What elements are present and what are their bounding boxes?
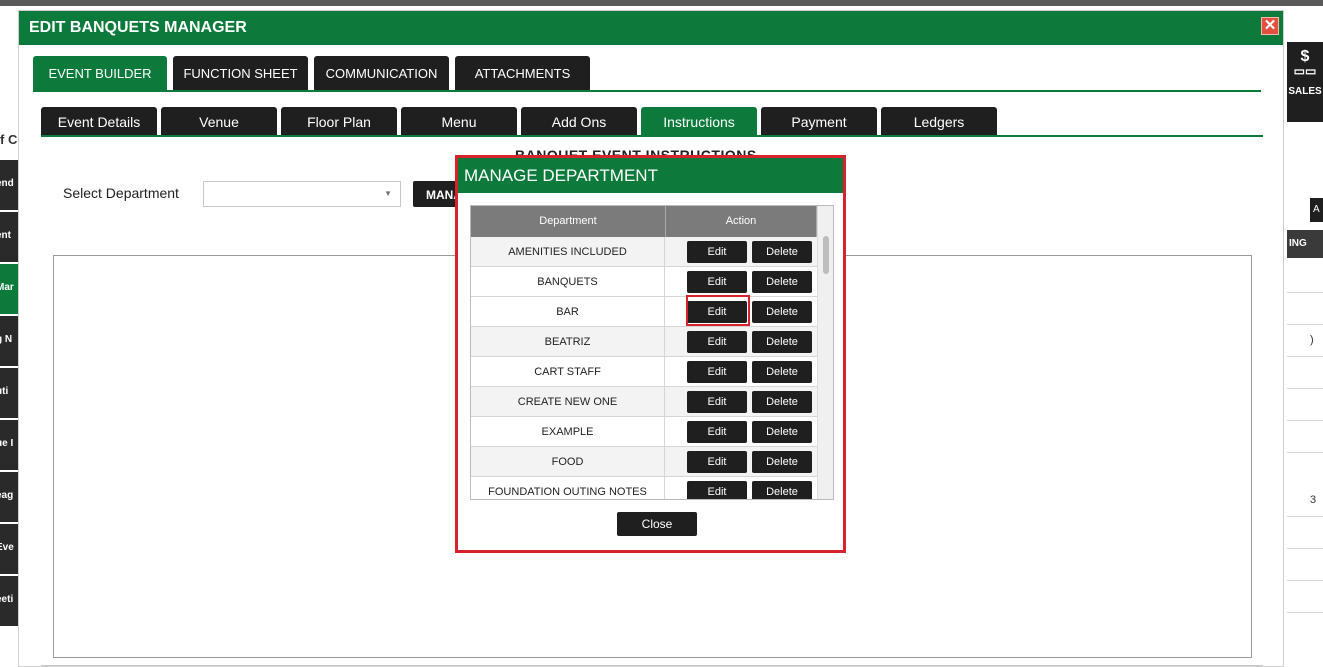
- divider: [41, 665, 1263, 666]
- subtab-floor-plan[interactable]: Floor Plan: [281, 107, 397, 135]
- edit-button-highlight-box: [686, 295, 750, 326]
- close-icon[interactable]: ✕: [1261, 17, 1279, 35]
- tab-attachments[interactable]: ATTACHMENTS: [455, 56, 590, 90]
- background-nav-item[interactable]: eag: [0, 472, 18, 522]
- delete-button[interactable]: Delete: [752, 481, 812, 499]
- tab-function-sheet[interactable]: FUNCTION SHEET: [173, 56, 308, 90]
- table-row: EXAMPLE Edit Delete: [471, 417, 817, 447]
- delete-button[interactable]: Delete: [752, 331, 812, 353]
- table-row: CREATE NEW ONE Edit Delete: [471, 387, 817, 417]
- modal-title: EDIT BANQUETS MANAGER: [29, 19, 247, 36]
- background-row-divider: [1287, 580, 1323, 581]
- background-cell-text: 3: [1310, 494, 1317, 506]
- manage-department-dialog: MANAGE DEPARTMENT Department Action AMEN…: [458, 158, 843, 550]
- department-name: EXAMPLE: [471, 417, 665, 446]
- delete-button[interactable]: Delete: [752, 421, 812, 443]
- department-name: BEATRIZ: [471, 327, 665, 356]
- column-header-department: Department: [471, 206, 666, 237]
- department-name: BANQUETS: [471, 267, 665, 296]
- subtab-payment[interactable]: Payment: [761, 107, 877, 135]
- background-nav-item[interactable]: ent: [0, 212, 18, 262]
- table-row: FOOD Edit Delete: [471, 447, 817, 477]
- background-nav-item[interactable]: end: [0, 160, 18, 210]
- background-nav-item[interactable]: uti: [0, 368, 18, 418]
- delete-button[interactable]: Delete: [752, 361, 812, 383]
- edit-button[interactable]: Edit: [687, 451, 747, 473]
- background-table-header: ING: [1287, 230, 1323, 258]
- department-name: BAR: [471, 297, 665, 326]
- background-nav-item[interactable]: Mar: [0, 264, 18, 314]
- edit-button[interactable]: Edit: [687, 481, 747, 499]
- cash-icon: ▭▭: [1293, 64, 1317, 78]
- chevron-down-icon: ▼: [384, 189, 392, 198]
- delete-button[interactable]: Delete: [752, 451, 812, 473]
- background-row-divider: [1287, 612, 1323, 613]
- background-row-divider: [1287, 356, 1323, 357]
- subtab-venue[interactable]: Venue: [161, 107, 277, 135]
- table-row: CART STAFF Edit Delete: [471, 357, 817, 387]
- subtab-event-details[interactable]: Event Details: [41, 107, 157, 135]
- sales-button[interactable]: $ ▭▭ SALES: [1287, 42, 1323, 122]
- column-header-action: Action: [666, 206, 817, 237]
- background-row-divider: [1287, 452, 1323, 453]
- edit-button[interactable]: Edit: [687, 361, 747, 383]
- table-row: BAR Edit Delete: [471, 297, 817, 327]
- dialog-title: MANAGE DEPARTMENT: [458, 158, 843, 193]
- modal-header: EDIT BANQUETS MANAGER ✕: [19, 11, 1283, 45]
- subtab-add-ons[interactable]: Add Ons: [521, 107, 637, 135]
- department-name: CART STAFF: [471, 357, 665, 386]
- background-row-divider: [1287, 292, 1323, 293]
- background-nav-item[interactable]: Eve: [0, 524, 18, 574]
- background-row-divider: [1287, 324, 1323, 325]
- department-select[interactable]: ▼: [203, 181, 401, 207]
- select-department-label: Select Department: [63, 185, 179, 201]
- delete-button[interactable]: Delete: [752, 391, 812, 413]
- table-row: BANQUETS Edit Delete: [471, 267, 817, 297]
- edit-button[interactable]: Edit: [687, 241, 747, 263]
- department-name: FOOD: [471, 447, 665, 476]
- edit-button[interactable]: Edit: [687, 271, 747, 293]
- department-name: CREATE NEW ONE: [471, 387, 665, 416]
- background-row-divider: [1287, 420, 1323, 421]
- edit-button[interactable]: Edit: [687, 331, 747, 353]
- tab-event-builder[interactable]: EVENT BUILDER: [33, 56, 167, 90]
- table-row: BEATRIZ Edit Delete: [471, 327, 817, 357]
- background-add-button[interactable]: A: [1310, 198, 1323, 222]
- background-left-heading: f C: [0, 132, 18, 147]
- edit-button[interactable]: Edit: [687, 421, 747, 443]
- background-nav-item[interactable]: ue I: [0, 420, 18, 470]
- background-row-divider: [1287, 388, 1323, 389]
- delete-button[interactable]: Delete: [752, 271, 812, 293]
- table-scrollbar[interactable]: [817, 206, 833, 499]
- edit-button[interactable]: Edit: [687, 391, 747, 413]
- subtab-ledgers[interactable]: Ledgers: [881, 107, 997, 135]
- manage-department-button[interactable]: MANAGE: [413, 181, 461, 207]
- department-name: AMENITIES INCLUDED: [471, 237, 665, 266]
- table-row: AMENITIES INCLUDED Edit Delete: [471, 237, 817, 267]
- department-name: FOUNDATION OUTING NOTES: [471, 477, 665, 499]
- background-nav-item[interactable]: g N: [0, 316, 18, 366]
- app-top-bar: [0, 0, 1323, 6]
- close-button[interactable]: Close: [617, 512, 697, 536]
- scrollbar-thumb[interactable]: [823, 236, 829, 274]
- sales-label: SALES: [1288, 86, 1322, 97]
- background-row-divider: [1287, 516, 1323, 517]
- background-left-panel: f C end ent Mar g N uti ue I eag Eve eet…: [0, 6, 18, 667]
- department-table: Department Action AMENITIES INCLUDED Edi…: [470, 205, 834, 500]
- background-row-divider: [1287, 548, 1323, 549]
- tab-communication[interactable]: COMMUNICATION: [314, 56, 449, 90]
- delete-button[interactable]: Delete: [752, 301, 812, 323]
- delete-button[interactable]: Delete: [752, 241, 812, 263]
- background-cell-text: ): [1310, 334, 1314, 346]
- background-nav-item[interactable]: eeti: [0, 576, 18, 626]
- subtab-menu[interactable]: Menu: [401, 107, 517, 135]
- subtab-instructions[interactable]: Instructions: [641, 107, 757, 135]
- main-tabs: EVENT BUILDER FUNCTION SHEET COMMUNICATI…: [33, 56, 1261, 92]
- sub-tabs: Event Details Venue Floor Plan Menu Add …: [41, 107, 1263, 137]
- table-row: FOUNDATION OUTING NOTES Edit Delete: [471, 477, 817, 499]
